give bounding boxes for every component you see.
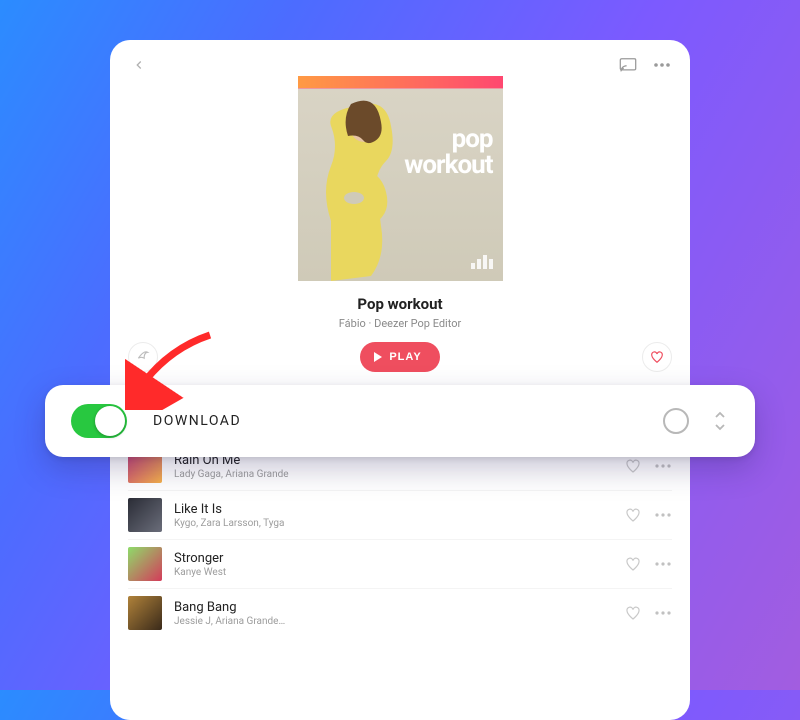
track-row[interactable]: Bang Bang Jessie J, Ariana Grande… [128,589,672,637]
more-icon[interactable] [654,457,672,475]
playlist-card: pop workout Pop workout Fábio · Deezer P… [110,40,690,720]
track-art [128,498,162,532]
play-icon [374,352,382,362]
track-row[interactable]: Stronger Kanye West [128,540,672,589]
download-bar: DOWNLOAD [45,385,755,457]
back-button[interactable] [128,54,150,76]
track-list: Rain On Me Lady Gaga, Ariana Grande Like… [110,442,690,637]
action-row: PLAY [110,340,690,374]
play-button-label: PLAY [389,351,421,363]
cover-figure-illustration [306,96,426,281]
search-icon[interactable] [663,408,689,434]
track-name: Like It Is [174,502,612,517]
cover-section: pop workout Pop workout Fábio · Deezer P… [110,76,690,374]
more-icon[interactable] [654,604,672,622]
cover-text-line1: pop [404,126,492,152]
track-artist: Kygo, Zara Larsson, Tyga [174,518,612,529]
heart-icon[interactable] [624,555,642,573]
heart-icon[interactable] [624,604,642,622]
track-artist: Lady Gaga, Ariana Grande [174,469,612,480]
track-name: Bang Bang [174,600,612,615]
header-bar [110,40,690,76]
track-name: Stronger [174,551,612,566]
more-icon[interactable] [652,55,672,75]
playlist-title: Pop workout [357,295,442,313]
playlist-cover[interactable]: pop workout [298,76,503,281]
track-artist: Jessie J, Ariana Grande… [174,616,612,627]
more-icon[interactable] [654,506,672,524]
heart-icon[interactable] [624,506,642,524]
equalizer-icon [471,255,493,269]
play-button[interactable]: PLAY [360,342,439,372]
track-artist: Kanye West [174,567,612,578]
favorite-button[interactable] [642,342,672,372]
download-toggle[interactable] [71,404,127,438]
heart-icon[interactable] [624,457,642,475]
sort-icon[interactable] [711,410,729,432]
download-label: DOWNLOAD [153,413,241,429]
header-actions [618,55,672,75]
playlist-subtitle: Fábio · Deezer Pop Editor [339,317,461,330]
track-row[interactable]: Like It Is Kygo, Zara Larsson, Tyga [128,491,672,540]
track-art [128,596,162,630]
more-icon[interactable] [654,555,672,573]
track-art [128,547,162,581]
share-button[interactable] [128,342,158,372]
cover-text-line2: workout [404,152,492,178]
toggle-knob [95,406,125,436]
cast-icon[interactable] [618,55,638,75]
